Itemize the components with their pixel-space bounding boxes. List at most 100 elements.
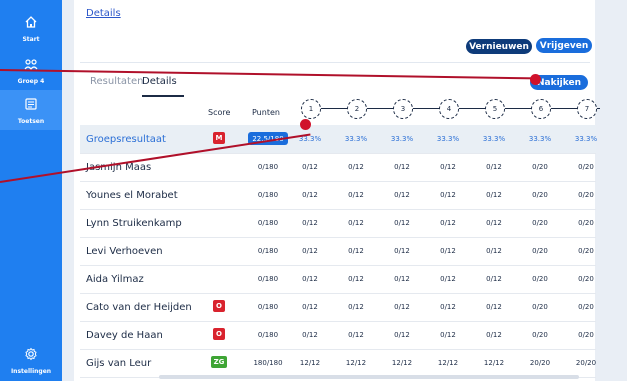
question-score[interactable]: 12/12 bbox=[428, 359, 468, 367]
question-circle[interactable]: 1 bbox=[301, 99, 321, 119]
question-score[interactable]: 0/12 bbox=[474, 191, 514, 199]
question-score[interactable]: 0/20 bbox=[520, 275, 560, 283]
question-score[interactable]: 0/12 bbox=[474, 163, 514, 171]
table-row[interactable]: Levi Verhoeven 0/180 0/12 0/12 0/12 0/12 0/12 0… bbox=[80, 237, 596, 266]
student-points: 0/180 bbox=[257, 331, 279, 339]
question-score[interactable]: 0/20 bbox=[566, 163, 606, 171]
question-circle[interactable]: 5 bbox=[485, 99, 505, 119]
tab-results[interactable]: Resultaten bbox=[90, 76, 143, 87]
question-score[interactable]: 0/12 bbox=[290, 163, 330, 171]
question-circle[interactable]: 4 bbox=[439, 99, 459, 119]
question-score[interactable]: 0/12 bbox=[382, 219, 422, 227]
question-score[interactable]: 0/20 bbox=[566, 247, 606, 255]
sidebar-item-label: Start bbox=[22, 35, 40, 43]
question-score[interactable]: 0/12 bbox=[428, 275, 468, 283]
student-points: 0/180 bbox=[257, 247, 279, 255]
question-score[interactable]: 0/12 bbox=[290, 331, 330, 339]
question-score[interactable]: 0/12 bbox=[428, 247, 468, 255]
question-score[interactable]: 0/12 bbox=[382, 191, 422, 199]
group-percentage: 33.3% bbox=[528, 135, 552, 143]
table-row[interactable]: Cato van der Heijden O 0/180 0/12 0/12 0/12 0/… bbox=[80, 293, 596, 322]
question-score[interactable]: 0/12 bbox=[474, 275, 514, 283]
sidebar-item-start[interactable]: Start bbox=[0, 8, 62, 48]
table-row[interactable]: Aida Yilmaz 0/180 0/12 0/12 0/12 0/12 0/12 0/20… bbox=[80, 265, 596, 294]
question-score[interactable]: 0/12 bbox=[382, 303, 422, 311]
question-score[interactable]: 0/20 bbox=[520, 163, 560, 171]
sidebar-item-label: Instellingen bbox=[10, 367, 52, 375]
question-score[interactable]: 0/20 bbox=[520, 303, 560, 311]
group-result-row[interactable]: Groepsresultaat M 22.5/180 33.3% 33.3% 33.… bbox=[80, 125, 597, 154]
question-score[interactable]: 0/12 bbox=[382, 275, 422, 283]
question-score[interactable]: 0/12 bbox=[382, 247, 422, 255]
student-name: Levi Verhoeven bbox=[86, 246, 163, 257]
group-percentage: 33.3% bbox=[436, 135, 460, 143]
question-score[interactable]: 0/20 bbox=[566, 303, 606, 311]
question-score[interactable]: 0/20 bbox=[520, 191, 560, 199]
question-score[interactable]: 0/20 bbox=[566, 275, 606, 283]
question-score[interactable]: 0/12 bbox=[290, 247, 330, 255]
question-score[interactable]: 0/12 bbox=[336, 191, 376, 199]
student-points: 0/180 bbox=[257, 219, 279, 227]
student-name: Cato van der Heijden bbox=[86, 302, 192, 313]
tests-icon bbox=[24, 96, 38, 115]
question-circle[interactable]: 3 bbox=[393, 99, 413, 119]
table-row[interactable]: Gijs van Leur ZG 180/180 12/12 12/12 12/12 12/… bbox=[80, 349, 596, 378]
home-icon bbox=[24, 14, 38, 33]
question-score[interactable]: 0/12 bbox=[290, 303, 330, 311]
refresh-button[interactable]: Vernieuwen bbox=[466, 39, 532, 54]
question-circle[interactable]: 7 bbox=[577, 99, 597, 119]
question-score[interactable]: 0/12 bbox=[428, 331, 468, 339]
details-link[interactable]: Details bbox=[86, 8, 121, 19]
table-header: Score Punten 1 2 3 4 5 6 7 bbox=[80, 97, 600, 125]
horizontal-scrollbar[interactable] bbox=[159, 375, 579, 379]
question-score[interactable]: 12/12 bbox=[474, 359, 514, 367]
question-score[interactable]: 0/12 bbox=[474, 219, 514, 227]
question-score[interactable]: 0/12 bbox=[290, 275, 330, 283]
question-score[interactable]: 0/12 bbox=[382, 331, 422, 339]
question-score[interactable]: 0/20 bbox=[566, 219, 606, 227]
question-score[interactable]: 0/12 bbox=[336, 219, 376, 227]
question-score[interactable]: 0/12 bbox=[428, 303, 468, 311]
question-score[interactable]: 0/12 bbox=[428, 219, 468, 227]
question-score[interactable]: 0/12 bbox=[336, 331, 376, 339]
question-score[interactable]: 0/12 bbox=[336, 303, 376, 311]
question-score[interactable]: 0/12 bbox=[290, 191, 330, 199]
tab-details[interactable]: Details bbox=[142, 76, 177, 87]
question-score[interactable]: 0/12 bbox=[336, 275, 376, 283]
table-row[interactable]: Younes el Morabet 0/180 0/12 0/12 0/12 0/12 0/… bbox=[80, 181, 596, 210]
question-score[interactable]: 0/12 bbox=[336, 247, 376, 255]
sidebar-item-instellingen[interactable]: Instellingen bbox=[0, 340, 62, 380]
question-score[interactable]: 0/20 bbox=[566, 191, 606, 199]
question-score[interactable]: 0/12 bbox=[474, 331, 514, 339]
student-name: Aida Yilmaz bbox=[86, 274, 144, 285]
score-badge: O bbox=[213, 328, 225, 340]
question-score[interactable]: 12/12 bbox=[336, 359, 376, 367]
question-score[interactable]: 20/20 bbox=[566, 359, 606, 367]
question-score[interactable]: 0/12 bbox=[382, 163, 422, 171]
question-score[interactable]: 0/20 bbox=[520, 331, 560, 339]
table-row[interactable]: Davey de Haan O 0/180 0/12 0/12 0/12 0/12 0/12 0… bbox=[80, 321, 596, 350]
question-score[interactable]: 0/20 bbox=[566, 331, 606, 339]
score-badge: M bbox=[213, 132, 225, 144]
question-score[interactable]: 20/20 bbox=[520, 359, 560, 367]
release-button[interactable]: Vrijgeven bbox=[536, 38, 592, 53]
sidebar-item-toetsen[interactable]: Toetsen bbox=[0, 90, 62, 130]
student-name: Davey de Haan bbox=[86, 330, 163, 341]
pointer-dot bbox=[530, 74, 541, 85]
question-score[interactable]: 0/12 bbox=[474, 303, 514, 311]
question-circle[interactable]: 2 bbox=[347, 99, 367, 119]
question-score[interactable]: 0/12 bbox=[428, 163, 468, 171]
question-score[interactable]: 0/20 bbox=[520, 219, 560, 227]
question-circle[interactable]: 6 bbox=[531, 99, 551, 119]
student-name: Younes el Morabet bbox=[86, 190, 178, 201]
question-score[interactable]: 0/12 bbox=[336, 163, 376, 171]
question-score[interactable]: 0/20 bbox=[520, 247, 560, 255]
question-score[interactable]: 12/12 bbox=[382, 359, 422, 367]
table-row[interactable]: Lynn Struikenkamp 0/180 0/12 0/12 0/12 0/12 0/… bbox=[80, 209, 596, 238]
question-score[interactable]: 0/12 bbox=[428, 191, 468, 199]
sidebar: Start Groep 4 Toetsen Instellingen bbox=[0, 0, 62, 381]
pointer-dot bbox=[300, 119, 311, 130]
question-score[interactable]: 12/12 bbox=[290, 359, 330, 367]
question-score[interactable]: 0/12 bbox=[474, 247, 514, 255]
question-score[interactable]: 0/12 bbox=[290, 219, 330, 227]
